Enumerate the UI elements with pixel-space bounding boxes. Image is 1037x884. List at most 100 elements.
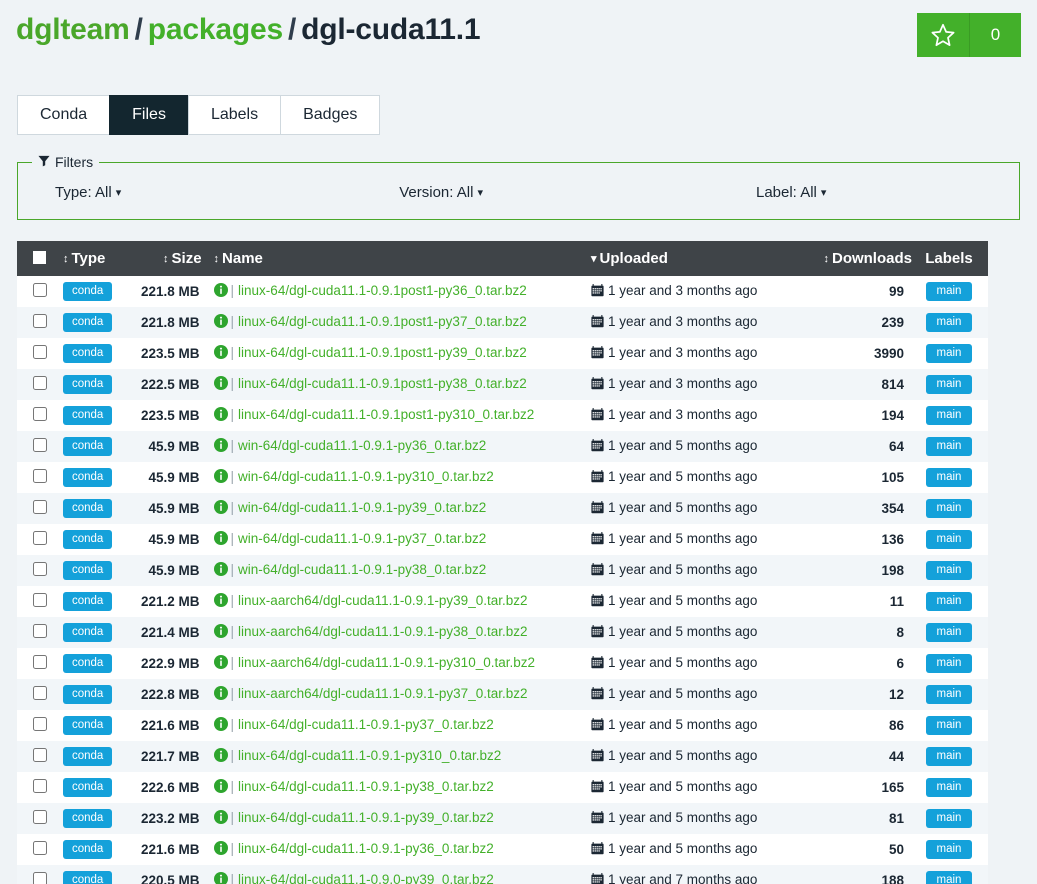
filter-type[interactable]: Type: All ▾: [55, 184, 121, 201]
row-checkbox[interactable]: [33, 748, 47, 762]
info-icon[interactable]: [213, 748, 228, 765]
package-type-badge[interactable]: conda: [63, 282, 113, 301]
label-badge[interactable]: main: [925, 530, 973, 549]
package-type-badge[interactable]: conda: [63, 437, 113, 456]
label-badge[interactable]: main: [925, 747, 973, 766]
label-badge[interactable]: main: [925, 592, 973, 611]
row-checkbox[interactable]: [33, 531, 47, 545]
row-checkbox[interactable]: [33, 686, 47, 700]
info-icon[interactable]: [213, 779, 228, 796]
row-checkbox[interactable]: [33, 624, 47, 638]
row-checkbox[interactable]: [33, 438, 47, 452]
row-checkbox[interactable]: [33, 655, 47, 669]
breadcrumb-owner[interactable]: dglteam: [16, 13, 130, 46]
info-icon[interactable]: [213, 562, 228, 579]
package-type-badge[interactable]: conda: [63, 375, 113, 394]
label-badge[interactable]: main: [925, 871, 973, 884]
info-icon[interactable]: [213, 655, 228, 672]
row-checkbox[interactable]: [33, 407, 47, 421]
file-name-link[interactable]: linux-aarch64/dgl-cuda11.1-0.9.1-py38_0.…: [238, 624, 527, 639]
package-type-badge[interactable]: conda: [63, 747, 113, 766]
package-type-badge[interactable]: conda: [63, 561, 113, 580]
file-name-link[interactable]: linux-64/dgl-cuda11.1-0.9.0-py39_0.tar.b…: [238, 872, 494, 884]
select-all-checkbox-icon[interactable]: [33, 251, 46, 264]
label-badge[interactable]: main: [925, 375, 973, 394]
file-name-link[interactable]: win-64/dgl-cuda11.1-0.9.1-py310_0.tar.bz…: [238, 469, 494, 484]
row-checkbox[interactable]: [33, 469, 47, 483]
file-name-link[interactable]: win-64/dgl-cuda11.1-0.9.1-py38_0.tar.bz2: [238, 562, 486, 577]
info-icon[interactable]: [213, 283, 228, 300]
package-type-badge[interactable]: conda: [63, 499, 113, 518]
info-icon[interactable]: [213, 717, 228, 734]
column-header-select-all[interactable]: [17, 241, 57, 276]
package-type-badge[interactable]: conda: [63, 406, 113, 425]
file-name-link[interactable]: linux-64/dgl-cuda11.1-0.9.1-py310_0.tar.…: [238, 748, 501, 763]
package-type-badge[interactable]: conda: [63, 592, 113, 611]
file-name-link[interactable]: linux-64/dgl-cuda11.1-0.9.1-py39_0.tar.b…: [238, 810, 494, 825]
row-checkbox[interactable]: [33, 810, 47, 824]
label-badge[interactable]: main: [925, 313, 973, 332]
row-checkbox[interactable]: [33, 345, 47, 359]
label-badge[interactable]: main: [925, 406, 973, 425]
file-name-link[interactable]: win-64/dgl-cuda11.1-0.9.1-py37_0.tar.bz2: [238, 531, 486, 546]
package-type-badge[interactable]: conda: [63, 313, 113, 332]
info-icon[interactable]: [213, 841, 228, 858]
row-checkbox[interactable]: [33, 500, 47, 514]
file-name-link[interactable]: linux-64/dgl-cuda11.1-0.9.1-py37_0.tar.b…: [238, 717, 494, 732]
label-badge[interactable]: main: [925, 282, 973, 301]
label-badge[interactable]: main: [925, 716, 973, 735]
tab-badges[interactable]: Badges: [280, 95, 381, 135]
info-icon[interactable]: [213, 531, 228, 548]
info-icon[interactable]: [213, 593, 228, 610]
file-name-link[interactable]: linux-64/dgl-cuda11.1-0.9.1-py38_0.tar.b…: [238, 779, 494, 794]
package-type-badge[interactable]: conda: [63, 623, 113, 642]
tab-files[interactable]: Files: [109, 95, 189, 135]
file-name-link[interactable]: linux-aarch64/dgl-cuda11.1-0.9.1-py37_0.…: [238, 686, 527, 701]
file-name-link[interactable]: linux-aarch64/dgl-cuda11.1-0.9.1-py310_0…: [238, 655, 535, 670]
package-type-badge[interactable]: conda: [63, 530, 113, 549]
column-header-type[interactable]: ↕ Type: [57, 241, 135, 276]
info-icon[interactable]: [213, 872, 228, 884]
package-type-badge[interactable]: conda: [63, 685, 113, 704]
info-icon[interactable]: [213, 624, 228, 641]
label-badge[interactable]: main: [925, 344, 973, 363]
package-type-badge[interactable]: conda: [63, 716, 113, 735]
label-badge[interactable]: main: [925, 685, 973, 704]
info-icon[interactable]: [213, 469, 228, 486]
row-checkbox[interactable]: [33, 376, 47, 390]
label-badge[interactable]: main: [925, 561, 973, 580]
label-badge[interactable]: main: [925, 468, 973, 487]
filter-version[interactable]: Version: All ▾: [399, 184, 483, 201]
label-badge[interactable]: main: [925, 499, 973, 518]
info-icon[interactable]: [213, 345, 228, 362]
package-type-badge[interactable]: conda: [63, 654, 113, 673]
file-name-link[interactable]: linux-64/dgl-cuda11.1-0.9.1post1-py36_0.…: [238, 283, 527, 298]
label-badge[interactable]: main: [925, 654, 973, 673]
file-name-link[interactable]: linux-aarch64/dgl-cuda11.1-0.9.1-py39_0.…: [238, 593, 527, 608]
package-type-badge[interactable]: conda: [63, 809, 113, 828]
file-name-link[interactable]: linux-64/dgl-cuda11.1-0.9.1post1-py38_0.…: [238, 376, 527, 391]
info-icon[interactable]: [213, 810, 228, 827]
breadcrumb-packages[interactable]: packages: [148, 13, 283, 46]
label-badge[interactable]: main: [925, 778, 973, 797]
file-name-link[interactable]: linux-64/dgl-cuda11.1-0.9.1post1-py39_0.…: [238, 345, 527, 360]
row-checkbox[interactable]: [33, 841, 47, 855]
package-type-badge[interactable]: conda: [63, 468, 113, 487]
row-checkbox[interactable]: [33, 593, 47, 607]
label-badge[interactable]: main: [925, 623, 973, 642]
info-icon[interactable]: [213, 500, 228, 517]
tab-conda[interactable]: Conda: [17, 95, 111, 135]
column-header-downloads[interactable]: ↕ Downloads: [790, 241, 918, 276]
package-type-badge[interactable]: conda: [63, 344, 113, 363]
row-checkbox[interactable]: [33, 872, 47, 884]
info-icon[interactable]: [213, 314, 228, 331]
file-name-link[interactable]: linux-64/dgl-cuda11.1-0.9.1post1-py310_0…: [238, 407, 534, 422]
package-type-badge[interactable]: conda: [63, 778, 113, 797]
filter-label[interactable]: Label: All ▾: [756, 184, 826, 201]
label-badge[interactable]: main: [925, 437, 973, 456]
file-name-link[interactable]: linux-64/dgl-cuda11.1-0.9.1post1-py37_0.…: [238, 314, 527, 329]
row-checkbox[interactable]: [33, 314, 47, 328]
tab-labels[interactable]: Labels: [187, 95, 282, 135]
file-name-link[interactable]: win-64/dgl-cuda11.1-0.9.1-py39_0.tar.bz2: [238, 500, 486, 515]
favorite-count[interactable]: 0: [969, 13, 1021, 57]
